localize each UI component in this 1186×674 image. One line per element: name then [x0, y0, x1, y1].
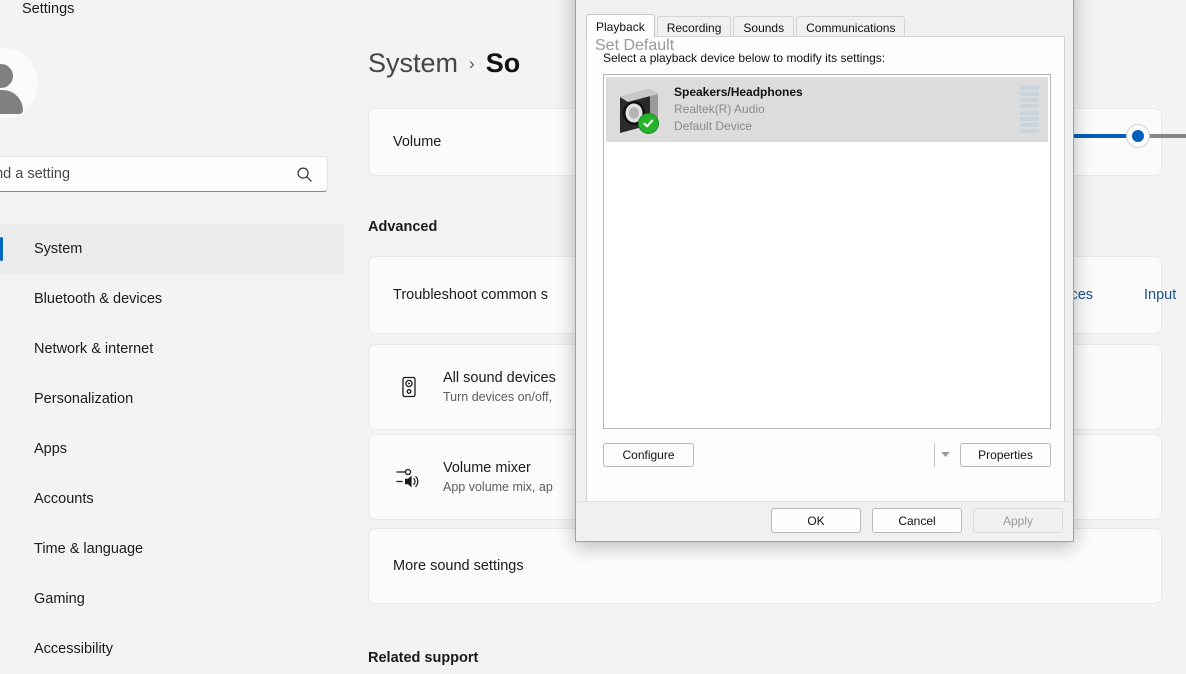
- sidebar-item-label: Apps: [34, 441, 68, 457]
- playback-hint-text: Select a playback device below to modify…: [603, 51, 886, 65]
- vu-bar: [1020, 110, 1039, 115]
- tab-sounds[interactable]: Sounds: [733, 16, 795, 37]
- sidebar-item-label: Accounts: [34, 491, 94, 507]
- vu-bar: [1020, 129, 1039, 134]
- playback-tab-page: Select a playback device below to modify…: [586, 36, 1065, 503]
- sidebar-item-apps[interactable]: Apps: [0, 424, 344, 474]
- vu-bar: [1020, 91, 1039, 96]
- vu-bar: [1020, 123, 1039, 128]
- search-icon[interactable]: [296, 166, 313, 183]
- sidebar-item-accessibility[interactable]: Accessibility: [0, 624, 344, 674]
- speaker-device-icon: [393, 371, 425, 403]
- link-input-devices[interactable]: Input: [1144, 287, 1176, 303]
- vu-bar: [1020, 104, 1039, 109]
- sidebar-item-network-internet[interactable]: Network & internet: [0, 324, 344, 374]
- vu-bar: [1020, 116, 1039, 121]
- more-sound-settings-title: More sound settings: [393, 557, 524, 574]
- sidebar-item-label: Time & language: [34, 541, 144, 557]
- search-input[interactable]: Find a setting: [0, 156, 328, 192]
- dialog-titlebar[interactable]: Sound: [576, 0, 1073, 11]
- button-label: Apply: [1002, 513, 1034, 528]
- section-heading-related-support: Related support: [368, 650, 479, 666]
- breadcrumb-parent[interactable]: System: [368, 48, 458, 79]
- tab-label: Playback: [596, 20, 645, 34]
- button-label: Configure: [622, 448, 675, 462]
- sidebar-item-time-language[interactable]: Time & language: [0, 524, 344, 574]
- sidebar-item-label: Bluetooth & devices: [34, 291, 163, 307]
- sidebar-item-label: Gaming: [34, 591, 85, 607]
- cancel-button[interactable]: Cancel: [872, 508, 962, 533]
- sidebar-item-label: System: [34, 241, 83, 257]
- sidebar-item-label: Network & internet: [34, 341, 154, 357]
- sidebar-item-bluetooth-devices[interactable]: Bluetooth & devices: [0, 274, 344, 324]
- volume-slider-thumb[interactable]: [1127, 125, 1149, 147]
- tab-label: Sounds: [743, 21, 785, 35]
- default-check-icon: [638, 112, 659, 134]
- dialog-tabstrip: Playback Recording Sounds Communications: [586, 14, 1065, 37]
- vu-bar: [1020, 85, 1039, 90]
- tab-label: Recording: [666, 21, 722, 35]
- settings-window: Settings Find a setting System Bluetooth…: [0, 0, 1186, 666]
- volume-level-meter: [1020, 85, 1039, 134]
- chevron-down-icon: [941, 452, 950, 458]
- sidebar-item-system[interactable]: System: [0, 224, 344, 274]
- button-label: OK: [807, 513, 825, 528]
- dialog-footer: OK Cancel Apply: [576, 501, 1073, 541]
- section-heading-advanced: Advanced: [368, 219, 438, 235]
- properties-button[interactable]: Properties: [960, 443, 1051, 467]
- button-label: Cancel: [898, 513, 936, 528]
- tab-playback[interactable]: Playback: [586, 14, 655, 37]
- breadcrumb: System › So: [368, 48, 520, 79]
- speaker-box-icon: [612, 85, 664, 135]
- settings-sidebar: Settings Find a setting System Bluetooth…: [0, 0, 344, 666]
- sidebar-item-gaming[interactable]: Gaming: [0, 574, 344, 624]
- set-default-dropdown-button: [934, 443, 956, 467]
- sidebar-item-accounts[interactable]: Accounts: [0, 474, 344, 524]
- device-info: Speakers/Headphones Realtek(R) Audio Def…: [674, 84, 1020, 135]
- page-title: So: [485, 48, 521, 78]
- device-driver: Realtek(R) Audio: [674, 102, 765, 116]
- sidebar-item-label: Accessibility: [34, 641, 113, 657]
- app-title: Settings: [22, 1, 75, 17]
- device-name: Speakers/Headphones: [674, 85, 803, 99]
- device-status: Default Device: [674, 119, 753, 133]
- tab-communications[interactable]: Communications: [796, 16, 906, 37]
- sidebar-nav: System Bluetooth & devices Network & int…: [0, 224, 344, 674]
- search-placeholder: Find a setting: [0, 166, 71, 182]
- sound-control-panel-dialog: Sound Playback Recording Sounds Communic…: [575, 0, 1074, 542]
- chevron-right-icon: ›: [469, 53, 475, 73]
- list-item[interactable]: Speakers/Headphones Realtek(R) Audio Def…: [606, 77, 1048, 142]
- sidebar-item-personalization[interactable]: Personalization: [0, 374, 344, 424]
- sidebar-item-label: Personalization: [34, 391, 134, 407]
- dialog-title: Sound: [586, 0, 621, 1]
- tab-recording[interactable]: Recording: [656, 16, 732, 37]
- ok-button[interactable]: OK: [771, 508, 861, 533]
- volume-mixer-icon: [393, 461, 425, 493]
- avatar[interactable]: [0, 48, 40, 120]
- apply-button: Apply: [973, 508, 1063, 533]
- playback-device-list[interactable]: Speakers/Headphones Realtek(R) Audio Def…: [603, 74, 1051, 429]
- configure-button[interactable]: Configure: [603, 443, 694, 467]
- tab-label: Communications: [806, 21, 896, 35]
- vu-bar: [1020, 98, 1039, 103]
- button-label: Properties: [978, 448, 1033, 462]
